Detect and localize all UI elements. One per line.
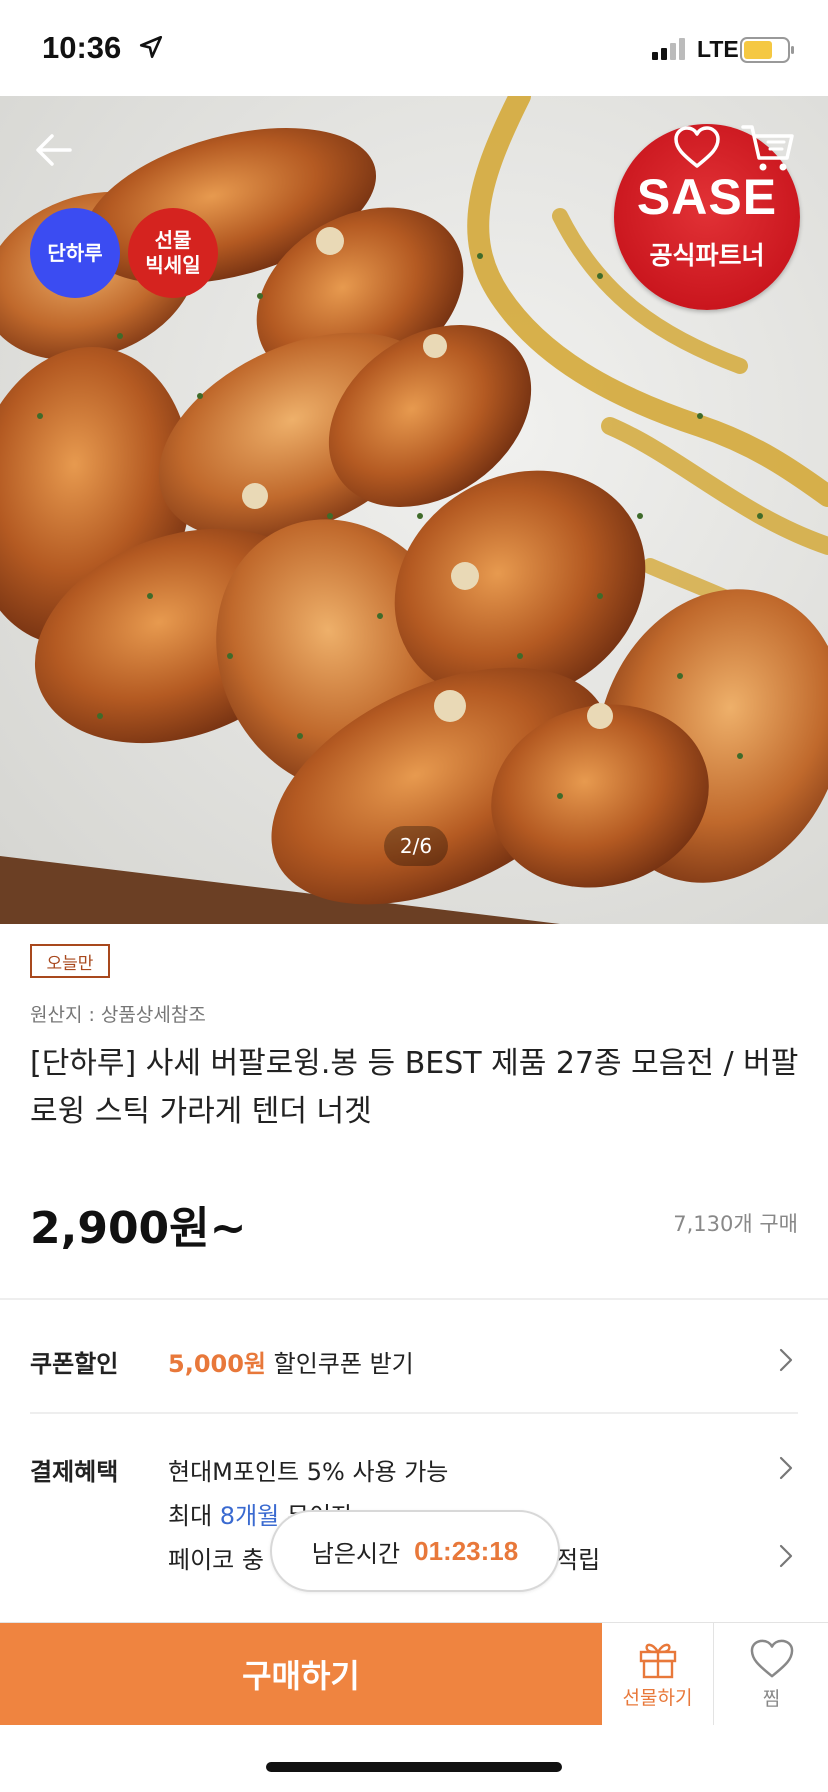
divider <box>0 1298 828 1300</box>
payment-benefit-line3-suffix: 적립 <box>556 1546 601 1574</box>
heart-outline-icon <box>750 1639 793 1677</box>
gift-sale-line2: 빅세일 <box>145 253 201 277</box>
remaining-time-value: 01:23:18 <box>414 1535 519 1566</box>
payment-benefit-line3-prefix: 페이코 충 <box>168 1546 264 1574</box>
product-price: 2,900원~ <box>30 1203 247 1254</box>
wishlist-button-label: 찜 <box>762 1687 781 1710</box>
payment-benefits-label: 결제혜택 <box>30 1458 119 1486</box>
gift-sale-badge: 선물 빅세일 <box>128 208 218 298</box>
seal-subtitle: 공식파트너 <box>649 241 765 270</box>
gift-sale-line1: 선물 <box>154 228 192 252</box>
gift-button-label: 선물하기 <box>622 1686 693 1709</box>
remaining-time-label: 남은시간 <box>311 1539 401 1568</box>
product-title: [단하루] 사세 버팔로윙.봉 등 BEST 제품 27종 모음전 / 버팔로윙… <box>30 1046 799 1129</box>
network-type: LTE <box>697 36 739 62</box>
gift-icon <box>639 1643 676 1678</box>
chevron-right-icon[interactable] <box>776 1543 796 1569</box>
danharu-badge: 단하루 <box>30 208 120 298</box>
back-arrow-icon[interactable] <box>30 126 78 174</box>
gift-button[interactable]: 선물하기 <box>602 1623 714 1725</box>
chevron-right-icon[interactable] <box>776 1347 796 1373</box>
status-time: 10:36 <box>42 30 122 65</box>
installment-months: 8개월 <box>219 1502 280 1530</box>
buy-button[interactable]: 구매하기 <box>0 1623 602 1725</box>
page-indicator: 2/6 <box>384 826 448 866</box>
remaining-time-pill: 남은시간 01:23:18 <box>270 1510 560 1592</box>
coupon-text: 할인쿠폰 받기 <box>266 1350 414 1378</box>
bottom-action-bar: 구매하기 선물하기 찜 <box>0 1622 828 1725</box>
seal-brand: SASE <box>636 169 778 225</box>
origin-text: 원산지 : 상품상세참조 <box>30 1004 206 1026</box>
divider <box>30 1412 798 1414</box>
wishlist-button[interactable]: 찜 <box>715 1623 828 1725</box>
battery-icon <box>740 37 794 63</box>
location-arrow-icon <box>139 35 163 59</box>
coupon-amount: 5,000원 <box>168 1350 266 1378</box>
chevron-right-icon[interactable] <box>776 1455 796 1481</box>
installment-prefix: 최대 <box>168 1502 220 1530</box>
cellular-signal-icon <box>652 38 685 60</box>
home-indicator[interactable] <box>266 1762 562 1772</box>
cart-icon[interactable] <box>740 122 796 174</box>
purchase-count: 7,130개 구매 <box>673 1212 798 1236</box>
danharu-badge-label: 단하루 <box>47 240 103 265</box>
coupon-label: 쿠폰할인 <box>30 1350 119 1378</box>
product-image-carousel[interactable]: 단하루 선물 빅세일 SASE 공식파트너 2/6 <box>0 96 828 924</box>
payment-benefit-line1[interactable]: 현대M포인트 5% 사용 가능 <box>168 1452 448 1487</box>
today-only-tag: 오늘만 <box>30 944 110 978</box>
status-bar: 10:36 LTE <box>0 0 828 96</box>
gift-sale-badge-label: 선물 빅세일 <box>145 228 200 278</box>
coupon-row[interactable]: 5,000원 할인쿠폰 받기 <box>168 1344 414 1379</box>
heart-icon[interactable] <box>672 124 722 172</box>
